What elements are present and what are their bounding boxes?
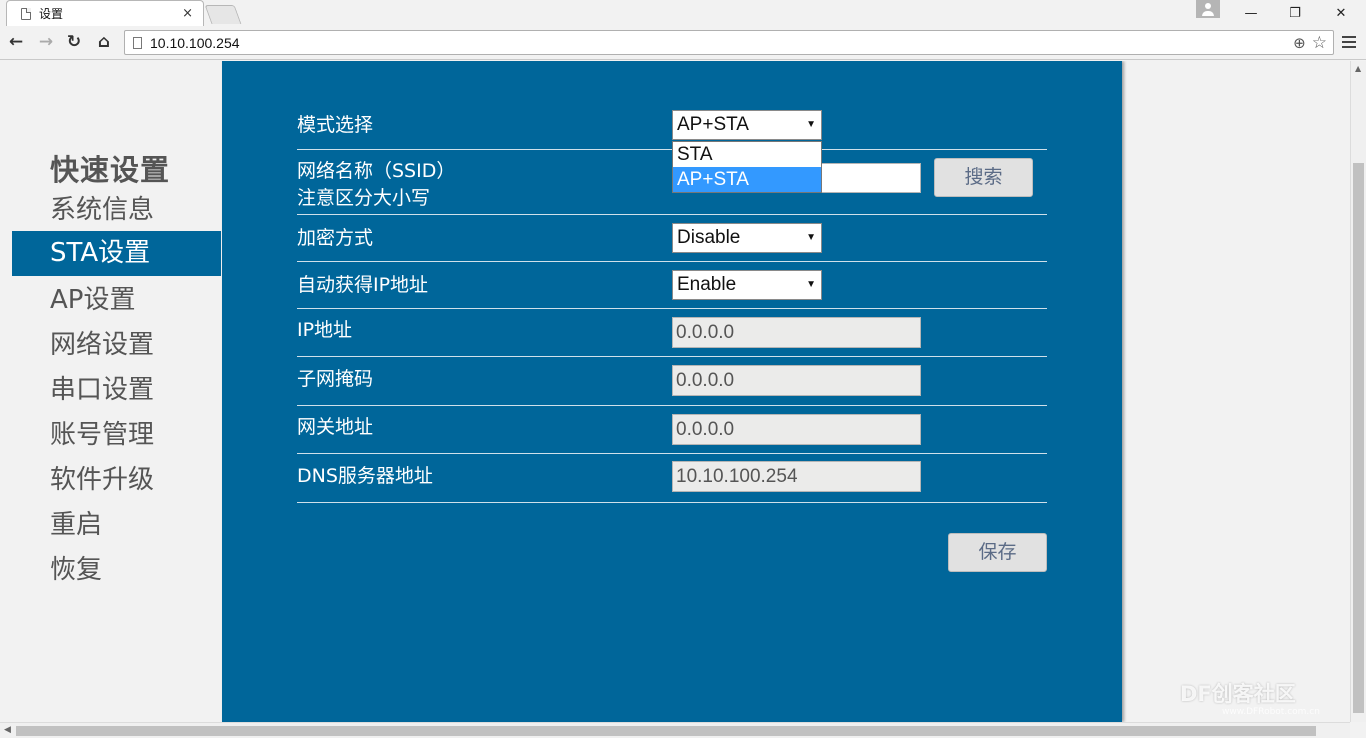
encryption-select[interactable]: Disable ▼ — [672, 223, 822, 253]
gateway-label: 网关地址 — [297, 416, 374, 438]
zoom-icon[interactable]: ⊕ — [1293, 34, 1306, 52]
address-bar[interactable]: 10.10.100.254 ⊕ ☆ — [124, 30, 1334, 55]
sidebar-item-sta-settings[interactable]: STA设置 — [12, 231, 221, 276]
dhcp-label: 自动获得IP地址 — [297, 274, 429, 296]
page-viewport: 快速设置 系统信息 STA设置 AP设置 网络设置 串口设置 账号管理 软件升级… — [0, 61, 1350, 722]
gateway-row: 网关地址 0.0.0.0 — [297, 406, 1047, 454]
mode-select-value: AP+STA — [677, 114, 749, 135]
sidebar-item-restore[interactable]: 恢复 — [12, 548, 221, 593]
sidebar-item-system-info[interactable]: 系统信息 — [12, 188, 221, 233]
dhcp-select[interactable]: Enable ▼ — [672, 270, 822, 300]
caret-down-icon: ▼ — [806, 232, 816, 243]
ssid-case-note: 注意区分大小写 — [297, 187, 431, 209]
dhcp-row: 自动获得IP地址 Enable ▼ — [297, 262, 1047, 309]
mask-row: 子网掩码 0.0.0.0 — [297, 357, 1047, 406]
dhcp-select-value: Enable — [677, 274, 737, 295]
sidebar-item-serial-settings[interactable]: 串口设置 — [12, 368, 221, 413]
caret-down-icon: ▼ — [806, 279, 816, 290]
profile-icon[interactable] — [1196, 0, 1220, 18]
home-icon[interactable]: ⌂ — [94, 32, 114, 52]
mode-option-ap-sta[interactable]: AP+STA — [673, 167, 821, 192]
ip-row: IP地址 0.0.0.0 — [297, 309, 1047, 357]
encryption-select-value: Disable — [677, 227, 741, 248]
encryption-row: 加密方式 Disable ▼ — [297, 215, 1047, 262]
close-window-button[interactable]: ✕ — [1326, 0, 1356, 26]
reload-icon[interactable]: ↻ — [64, 32, 84, 52]
page-info-icon[interactable] — [133, 36, 142, 49]
ip-input[interactable]: 0.0.0.0 — [672, 317, 921, 348]
search-button[interactable]: 搜索 — [934, 158, 1033, 197]
tab-close-icon[interactable]: × — [182, 6, 193, 21]
sidebar-item-restart[interactable]: 重启 — [12, 503, 221, 548]
vertical-scrollbar[interactable]: ▲ — [1350, 61, 1366, 722]
url-text[interactable]: 10.10.100.254 — [150, 35, 1293, 51]
scroll-up-icon[interactable]: ▲ — [1355, 64, 1361, 73]
minimize-button[interactable]: — — [1236, 0, 1266, 26]
mode-label: 模式选择 — [297, 114, 374, 136]
menu-icon[interactable] — [1340, 33, 1358, 51]
ssid-label: 网络名称（SSID） — [297, 160, 456, 182]
scroll-left-icon[interactable]: ◀ — [4, 725, 11, 735]
browser-chrome: 设置 × — ❐ ✕ ← → ↻ ⌂ 10.10.100.254 ⊕ ☆ — [0, 0, 1366, 60]
sidebar-item-account[interactable]: 账号管理 — [12, 413, 221, 458]
sidebar-item-ap-settings[interactable]: AP设置 — [12, 278, 221, 323]
mask-label: 子网掩码 — [297, 368, 374, 390]
sidebar: 快速设置 系统信息 STA设置 AP设置 网络设置 串口设置 账号管理 软件升级… — [12, 61, 222, 722]
sidebar-item-upgrade[interactable]: 软件升级 — [12, 458, 221, 503]
ip-label: IP地址 — [297, 319, 353, 341]
horizontal-scrollbar[interactable]: ◀ — [0, 722, 1350, 738]
page-icon — [21, 7, 31, 20]
mode-select[interactable]: AP+STA ▼ — [672, 110, 822, 140]
watermark-logo: DF创客社区 — [1180, 682, 1296, 706]
tab-title: 设置 — [39, 7, 64, 21]
encryption-label: 加密方式 — [297, 227, 374, 249]
vertical-scroll-thumb[interactable] — [1353, 163, 1364, 713]
save-button[interactable]: 保存 — [948, 533, 1047, 572]
dns-label: DNS服务器地址 — [297, 465, 433, 487]
sidebar-item-network-settings[interactable]: 网络设置 — [12, 323, 221, 368]
star-icon[interactable]: ☆ — [1312, 33, 1327, 53]
watermark-url: www.DFRobot.com.cn — [1222, 707, 1320, 717]
settings-panel: 模式选择 AP+STA ▼ 网络名称（SSID） 注意区分大小写 搜索 加密方式… — [222, 61, 1122, 722]
mode-option-sta[interactable]: STA — [673, 142, 821, 167]
gateway-input[interactable]: 0.0.0.0 — [672, 414, 921, 445]
horizontal-scroll-thumb[interactable] — [16, 726, 1316, 736]
back-arrow-icon[interactable]: ← — [6, 32, 26, 52]
sidebar-heading[interactable]: 快速设置 — [50, 147, 170, 189]
mode-dropdown-list: STA AP+STA — [672, 141, 822, 193]
browser-tab[interactable]: 设置 × — [6, 0, 204, 26]
mask-input[interactable]: 0.0.0.0 — [672, 365, 921, 396]
maximize-button[interactable]: ❐ — [1280, 0, 1310, 26]
caret-down-icon: ▼ — [806, 119, 816, 130]
forward-arrow-icon[interactable]: → — [36, 32, 56, 52]
dns-row: DNS服务器地址 10.10.100.254 — [297, 454, 1047, 503]
dns-input[interactable]: 10.10.100.254 — [672, 461, 921, 492]
new-tab-button[interactable] — [204, 5, 242, 24]
